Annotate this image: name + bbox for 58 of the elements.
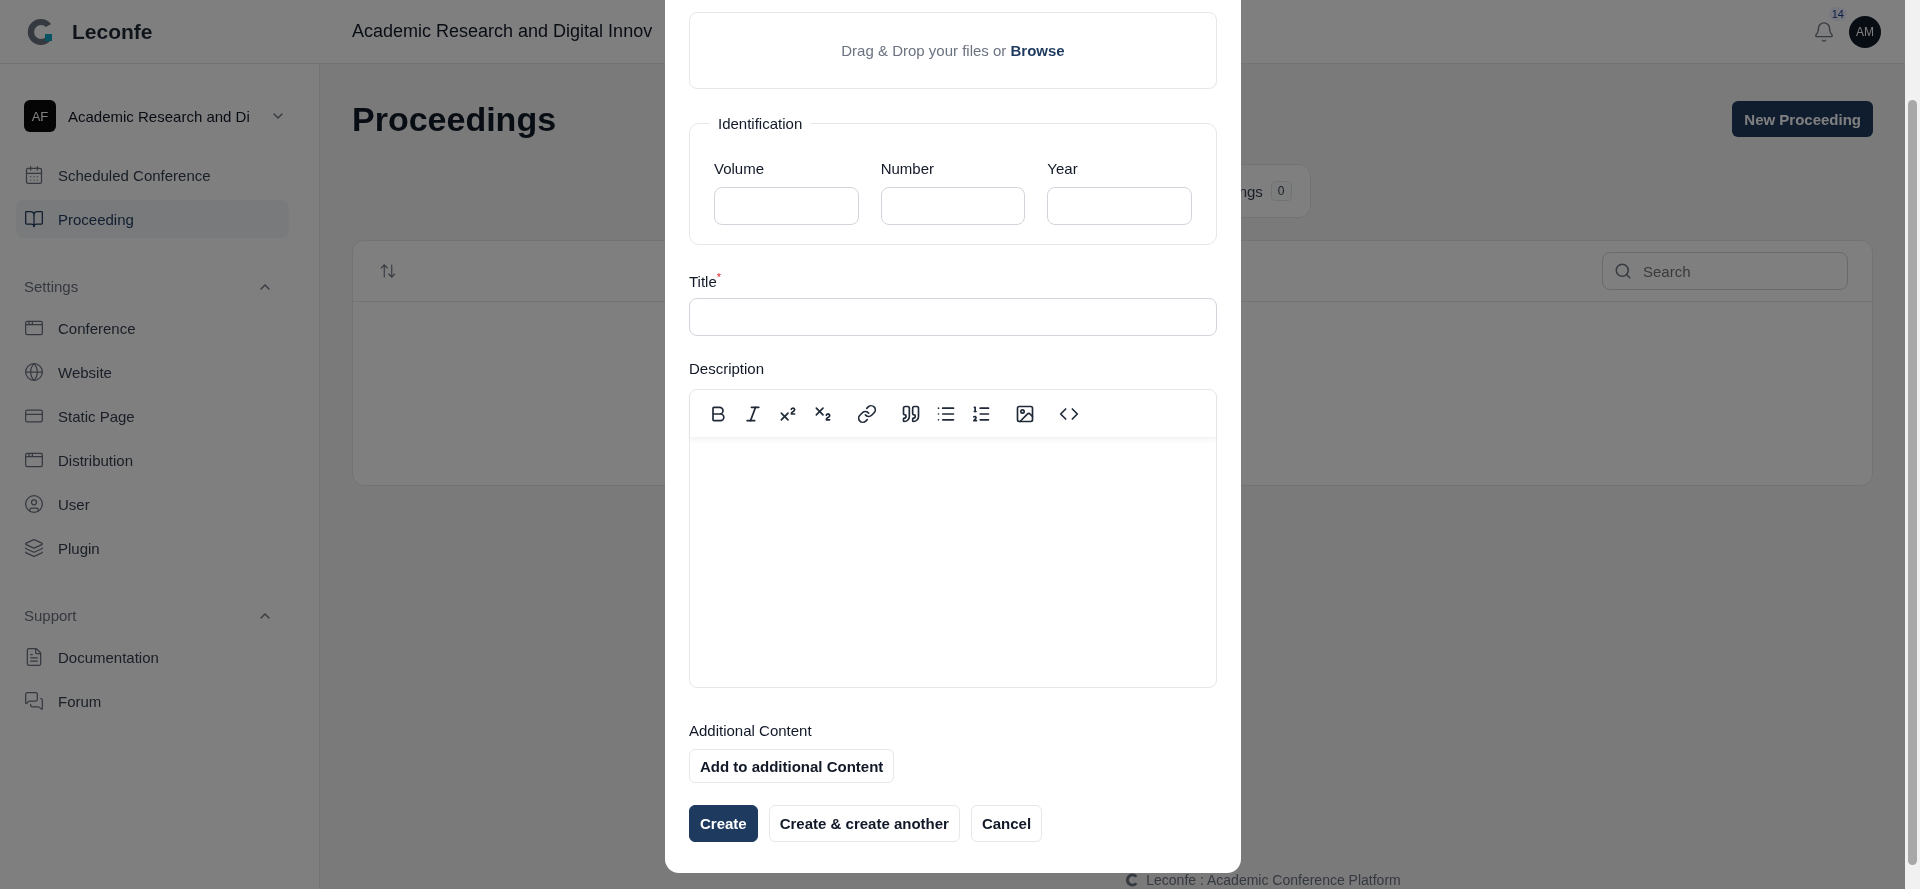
input-field[interactable]	[689, 298, 1217, 336]
page-heading: Proceedings	[352, 99, 557, 139]
sidebar-item[interactable]: Documentation	[16, 638, 289, 676]
conference-switcher[interactable]: Academic Research and Di	[68, 107, 258, 125]
sidebar-item[interactable]: Website	[16, 353, 289, 391]
fieldset-legend: Identification	[710, 115, 811, 132]
chat-icon	[24, 691, 44, 711]
search-icon	[1614, 262, 1632, 280]
notification-bell-icon[interactable]	[1813, 20, 1835, 43]
create-button[interactable]: Create	[689, 805, 758, 842]
add-content-button[interactable]: Add to additional Content	[689, 749, 895, 783]
search-field[interactable]: Search	[1602, 252, 1848, 290]
sidebar-item[interactable]: Forum	[16, 682, 289, 720]
browse-link[interactable]: Browse	[1010, 42, 1065, 59]
notification-count: 14	[1828, 6, 1847, 21]
layers-icon	[24, 538, 44, 558]
input-field[interactable]	[880, 187, 1026, 225]
document-icon	[24, 647, 44, 667]
field-label: Description	[689, 360, 765, 377]
brand-name: Leconfe	[72, 19, 153, 44]
sidebar-item[interactable]: Conference	[16, 309, 289, 347]
link-icon[interactable]	[857, 403, 877, 424]
field-label: Volume	[714, 160, 766, 177]
calendar-icon	[24, 165, 44, 185]
user-icon	[24, 494, 44, 514]
field-label: Title$^{*}$	[689, 271, 722, 290]
tab-count: 0	[1270, 181, 1292, 201]
drop-zone-text: Drag & Drop your files or Browse	[841, 42, 1065, 59]
sidebar-item[interactable]: Proceeding	[16, 200, 289, 238]
sort-icon[interactable]	[379, 262, 397, 280]
file-drop-zone[interactable]: Drag & Drop your files or Browse	[689, 12, 1217, 89]
footer-text: Leconfe : Academic Conference Platform	[1146, 872, 1401, 888]
new-proceeding-button[interactable]: New Proceeding	[1732, 101, 1873, 137]
input-field[interactable]	[1047, 187, 1192, 225]
conference-initials[interactable]: AF	[24, 100, 56, 132]
quote-icon[interactable]	[901, 403, 921, 424]
book-icon	[24, 209, 44, 229]
group-title: Support	[24, 607, 77, 624]
scrollbar[interactable]	[1905, 0, 1920, 889]
sidebar-item[interactable]: Distribution	[16, 441, 289, 479]
group-title: Settings	[24, 278, 79, 295]
field-label: Additional Content	[689, 722, 812, 739]
conference-title: Academic Research and Digital Innov	[352, 21, 653, 42]
window-icon	[24, 318, 44, 338]
sidebar-item[interactable]: Scheduled Conference	[16, 156, 289, 194]
sidebar-item[interactable]: Static Page	[16, 397, 289, 435]
globe-icon	[24, 362, 44, 382]
sidebar-item[interactable]: User	[16, 485, 289, 523]
italic-icon[interactable]	[743, 403, 763, 424]
field-label: Year	[1047, 160, 1079, 177]
action-button[interactable]: Cancel	[970, 805, 1043, 842]
window-icon	[24, 450, 44, 470]
image-icon[interactable]	[1015, 403, 1035, 424]
sidebar-item[interactable]: Plugin	[16, 529, 289, 567]
field-label: Number	[880, 160, 935, 177]
input-field[interactable]	[714, 187, 859, 225]
action-button[interactable]: Create & create another	[768, 805, 960, 842]
user-avatar[interactable]: AM	[1849, 15, 1881, 48]
